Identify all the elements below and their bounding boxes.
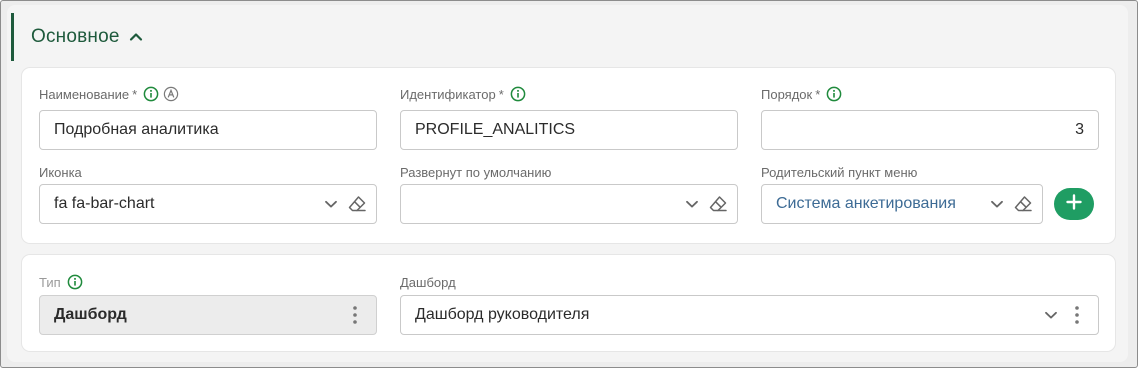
auto-icon[interactable] (163, 86, 179, 102)
chevron-up-icon[interactable] (128, 29, 144, 45)
name-input[interactable]: Подробная аналитика (39, 110, 377, 150)
info-icon[interactable] (510, 86, 526, 102)
required-mark: * (132, 86, 138, 102)
type-value: Дашборд (54, 306, 127, 323)
icon-value: fa fa-bar-chart (54, 195, 155, 212)
identifier-label: Идентификатор * (400, 85, 526, 103)
chevron-down-icon[interactable] (681, 193, 703, 215)
main-fields-card: Наименование * Идентификатор * Порядок * (22, 68, 1115, 243)
name-value: Подробная аналитика (54, 121, 219, 138)
eraser-icon[interactable] (1012, 193, 1034, 215)
name-label: Наименование * (39, 85, 179, 103)
kebab-icon[interactable] (344, 304, 366, 326)
chevron-down-icon[interactable] (320, 193, 342, 215)
order-value: 3 (1075, 121, 1084, 138)
info-icon[interactable] (143, 86, 159, 102)
info-icon[interactable] (826, 86, 842, 102)
eraser-icon[interactable] (346, 193, 368, 215)
chevron-down-icon[interactable] (986, 193, 1008, 215)
identifier-input[interactable]: PROFILE_ANALITICS (400, 110, 738, 150)
expanded-select[interactable] (400, 184, 738, 224)
parent-value: Система анкетирования (776, 195, 956, 212)
type-label-text: Тип (39, 274, 61, 290)
order-input[interactable]: 3 (761, 110, 1099, 150)
icon-label-text: Иконка (39, 164, 82, 180)
parent-label-text: Родительский пункт меню (761, 164, 918, 180)
required-mark: * (815, 86, 821, 102)
expanded-label-text: Развернут по умолчанию (400, 164, 552, 180)
icon-label: Иконка (39, 163, 82, 181)
order-label-text: Порядок (761, 86, 813, 102)
section-title: Основное (31, 26, 120, 47)
expanded-label: Развернут по умолчанию (400, 163, 551, 181)
parent-select[interactable]: Система анкетирования (761, 184, 1043, 224)
dashboard-value: Дашборд руководителя (415, 306, 590, 323)
main-panel: Основное Наименование * Идентификатор * (7, 5, 1128, 362)
dashboard-label: Дашборд (400, 273, 456, 291)
section-header[interactable]: Основное (11, 13, 311, 61)
type-card: Тип Дашборд Дашборд Дашборд руководителя (22, 255, 1115, 351)
chevron-down-icon[interactable] (1040, 304, 1062, 326)
eraser-icon[interactable] (707, 193, 729, 215)
icon-select[interactable]: fa fa-bar-chart (39, 184, 377, 224)
name-label-text: Наименование (39, 86, 130, 102)
identifier-label-text: Идентификатор (400, 86, 496, 102)
type-label: Тип (39, 273, 83, 291)
order-label: Порядок * (761, 85, 842, 103)
info-icon[interactable] (67, 274, 83, 290)
window-frame: Основное Наименование * Идентификатор * (0, 0, 1138, 368)
plus-icon (1065, 193, 1083, 216)
kebab-icon[interactable] (1066, 304, 1088, 326)
add-parent-button[interactable] (1054, 188, 1094, 220)
parent-label: Родительский пункт меню (761, 163, 917, 181)
dashboard-label-text: Дашборд (400, 274, 456, 290)
identifier-value: PROFILE_ANALITICS (415, 121, 576, 138)
required-mark: * (498, 86, 504, 102)
type-select: Дашборд (39, 295, 377, 335)
dashboard-select[interactable]: Дашборд руководителя (400, 295, 1099, 335)
